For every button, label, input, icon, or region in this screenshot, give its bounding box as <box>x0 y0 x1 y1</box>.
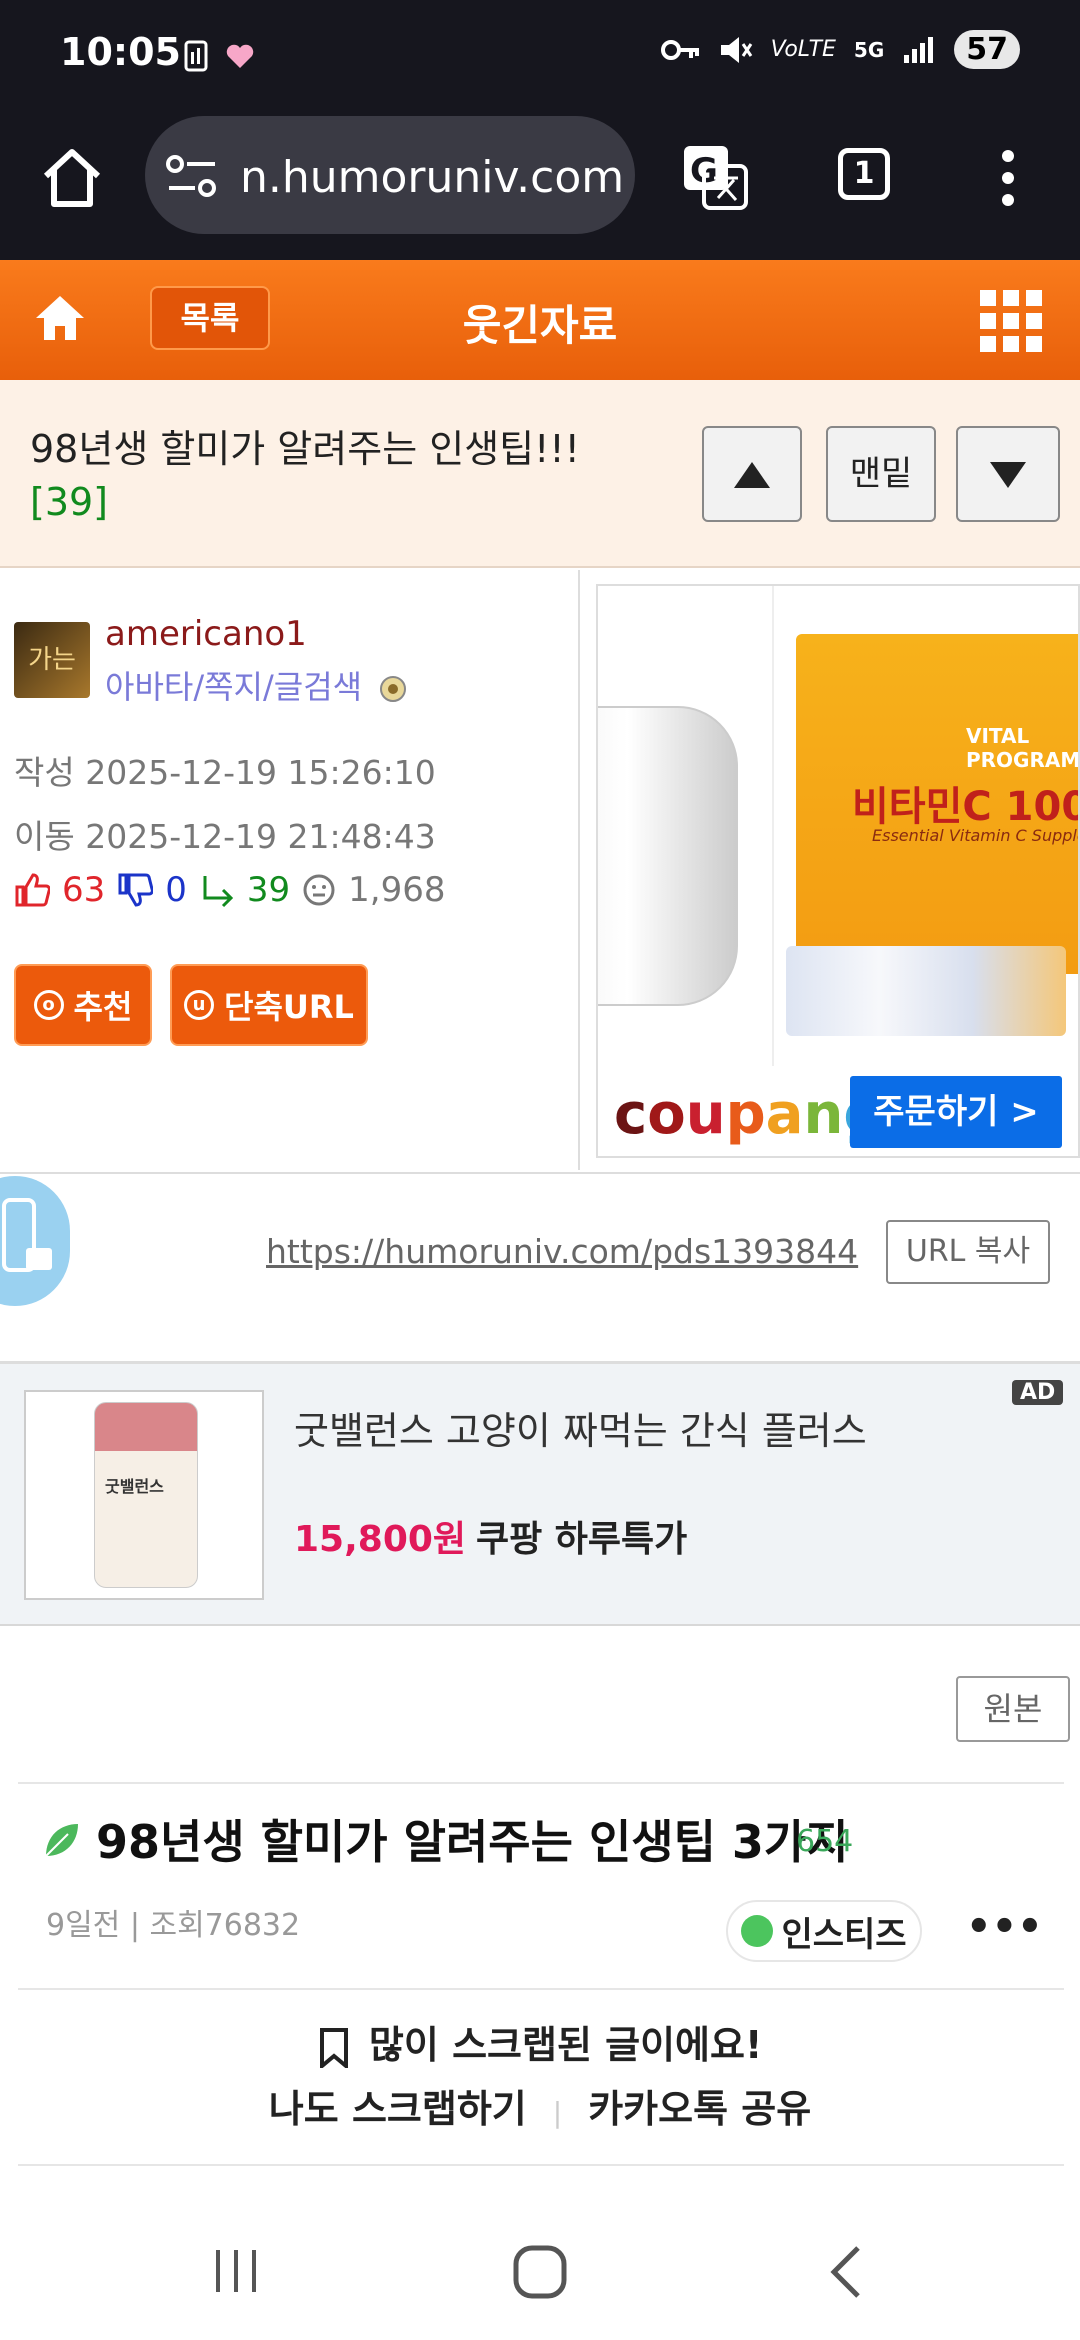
notification-icons <box>184 40 254 72</box>
source-chip[interactable]: 인스티즈 <box>726 1900 922 1962</box>
level-badge-icon <box>380 676 407 702</box>
recommend-label: 추천 <box>73 988 133 1026</box>
vitamin-brand: VITAL PROGRAM <box>966 724 1080 772</box>
arrow-down-icon <box>990 462 1026 488</box>
ad-deal: 쿠팡 하루특가 <box>476 1519 688 1560</box>
kakao-share-button[interactable]: 카카오톡 공유 <box>588 2087 811 2131</box>
vitamin-subtitle: Essential Vitamin C Supple <box>872 826 1080 845</box>
cat-snack-can-image: 굿밸런스 <box>94 1402 198 1588</box>
browser-toolbar: n.humoruniv.com G 1 <box>0 110 1080 260</box>
short-url-link[interactable]: https://humoruniv.com/pds1393844 <box>266 1232 858 1271</box>
vitamin-box-image: VITAL PROGRAM 비타민C 1000 Essential Vitami… <box>796 634 1080 974</box>
scrap-button[interactable]: 나도 스크랩하기 <box>269 2087 527 2131</box>
mute-icon <box>720 36 752 63</box>
network-label: 5G <box>853 37 885 62</box>
battery-indicator: 57 <box>954 30 1020 69</box>
key-icon <box>660 39 699 60</box>
scrap-note-text: 많이 스크랩된 글이에요! <box>368 2023 763 2067</box>
ad-badge: AD <box>1012 1380 1064 1405</box>
short-url-row: https://humoruniv.com/pds1393844 URL 복사 <box>0 1172 1080 1364</box>
more-options-icon[interactable]: ••• <box>966 1904 1043 1950</box>
comment-count[interactable]: [39] <box>30 480 108 524</box>
bookmark-icon <box>319 2027 348 2070</box>
author-panel: 가는 americano1 아바타/쪽지/글검색 작성 2025-12-19 1… <box>0 570 580 1170</box>
views-count: 1,968 <box>348 870 446 910</box>
ad-price: 15,800원 <box>294 1519 467 1560</box>
url-text: n.humoruniv.com <box>240 152 625 203</box>
product-image[interactable]: 굿밸런스 <box>24 1390 264 1600</box>
floating-app-icon[interactable] <box>0 1176 70 1306</box>
packets-image <box>786 946 1066 1036</box>
can-label: 굿밸런스 <box>105 1477 164 1496</box>
ad-product-image[interactable]: VITAL PROGRAM 비타민C 1000 Essential Vitami… <box>776 586 1080 1066</box>
author-menu[interactable]: 아바타/쪽지/글검색 <box>105 662 408 708</box>
content-title: 98년생 할미가 알려주는 인생팁 3가지 <box>96 1815 849 1869</box>
tab-switcher[interactable]: 1 <box>838 148 890 200</box>
status-bar: 10:05 VoLTE 5G 57 <box>0 0 1080 110</box>
coupang-logo: coupang <box>614 1082 883 1147</box>
home-icon[interactable] <box>40 146 104 210</box>
board-title: 웃긴자료 <box>462 301 618 350</box>
divider <box>18 2164 1064 2166</box>
scrap-note: 많이 스크랩된 글이에요! <box>0 2014 1080 2070</box>
scroll-down-button[interactable] <box>956 426 1060 522</box>
reply-icon <box>203 876 234 908</box>
grid-menu-icon[interactable] <box>980 290 1042 352</box>
scrap-links: 나도 스크랩하기 | 카카오톡 공유 <box>268 2087 812 2131</box>
recommend-button[interactable]: o 추천 <box>14 964 152 1046</box>
bottle-image <box>598 706 738 1006</box>
arrow-up-icon <box>734 462 770 488</box>
smile-icon <box>741 1915 774 1947</box>
divider <box>18 1988 1064 1990</box>
copy-url-button[interactable]: URL 복사 <box>886 1220 1050 1284</box>
system-nav-bar <box>0 2200 1080 2340</box>
post-title-bar: 98년생 할미가 알려주는 인생팁!!! [39] 맨밑 <box>0 380 1080 568</box>
written-date: 작성 2025-12-19 15:26:10 <box>14 753 436 792</box>
phone-lock-icon <box>2 1198 52 1272</box>
circle-u-icon: u <box>184 990 215 1020</box>
dislikes-count: 0 <box>165 870 187 910</box>
views-icon <box>303 874 335 906</box>
translate-icon[interactable]: G <box>680 142 750 212</box>
replies-count: 39 <box>246 870 291 910</box>
signal-icon <box>904 36 934 63</box>
moved-date: 이동 2025-12-19 21:48:43 <box>14 817 436 856</box>
divider <box>18 1782 1064 1784</box>
coupang-ad[interactable]: VITAL PROGRAM 비타민C 1000 Essential Vitami… <box>596 584 1080 1158</box>
vitamin-name: 비타민C 1000 <box>852 784 1078 830</box>
source-label: 인스티즈 <box>781 1914 907 1955</box>
thumbs-down-icon[interactable] <box>117 872 154 908</box>
more-vert-icon[interactable] <box>996 146 1020 210</box>
author-name[interactable]: americano1 <box>105 614 307 654</box>
original-button[interactable]: 원본 <box>956 1676 1070 1742</box>
post-title: 98년생 할미가 알려주는 인생팁!!! <box>30 427 580 471</box>
home-nav-icon[interactable] <box>512 2244 568 2300</box>
avatar[interactable]: 가는 <box>14 622 90 698</box>
author-menu-label: 아바타/쪽지/글검색 <box>105 668 363 706</box>
short-url-label: 단축URL <box>224 988 354 1026</box>
ad-product-image-left[interactable] <box>598 586 774 1066</box>
volte-label: VoLTE <box>770 37 836 62</box>
post-stats: 63 0 39 1,968 <box>14 870 446 910</box>
order-button[interactable]: 주문하기 > <box>850 1076 1062 1148</box>
back-icon[interactable] <box>826 2244 866 2300</box>
scroll-up-button[interactable] <box>702 426 802 522</box>
ad-title[interactable]: 굿밸런스 고양이 짜먹는 간식 플러스 <box>294 1400 867 1455</box>
likes-count: 63 <box>62 870 106 910</box>
status-time: 10:05 <box>60 30 181 74</box>
status-right: VoLTE 5G 57 <box>660 30 1020 69</box>
recents-icon[interactable] <box>212 2246 262 2296</box>
circle-o-icon: o <box>33 990 64 1020</box>
short-url-button[interactable]: u 단축URL <box>170 964 368 1046</box>
leaf-icon <box>45 1824 78 1857</box>
address-bar[interactable]: n.humoruniv.com <box>145 116 635 234</box>
bottom-button[interactable]: 맨밑 <box>826 426 936 522</box>
content-count: 654 <box>796 1824 854 1859</box>
thumbs-up-icon[interactable] <box>14 872 50 908</box>
site-settings-icon[interactable] <box>165 152 221 202</box>
product-ad[interactable]: 굿밸런스 AD 굿밸런스 고양이 짜먹는 간식 플러스 15,800원 쿠팡 하… <box>0 1364 1080 1626</box>
content-meta: 9일전 | 조회76832 <box>46 1908 301 1943</box>
site-header: 목록 웃긴자료 <box>0 260 1080 380</box>
